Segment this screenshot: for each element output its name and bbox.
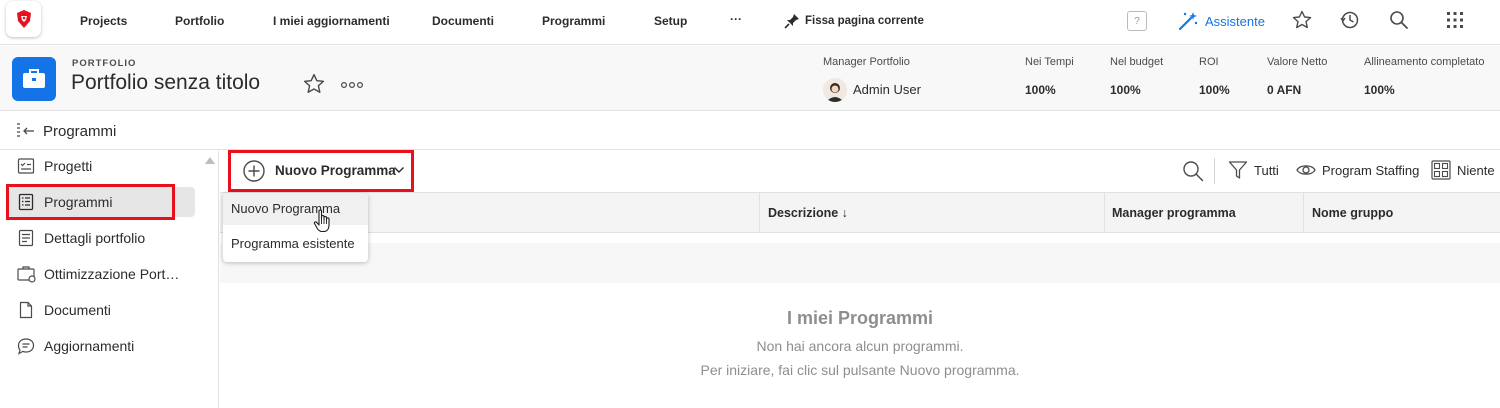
group-label: Niente — [1457, 162, 1495, 178]
updates-icon — [17, 338, 35, 355]
metric-net-value-value: 0 AFN — [1267, 83, 1302, 97]
favorites-star-icon[interactable] — [1292, 10, 1312, 30]
scroll-up-arrow-icon[interactable] — [205, 157, 215, 164]
group-button[interactable]: Niente — [1431, 160, 1495, 180]
lion-logo-icon — [16, 10, 31, 28]
nav-projects[interactable]: Projects — [80, 14, 127, 28]
details-icon — [18, 229, 34, 247]
filter-funnel-icon — [1228, 161, 1248, 179]
filter-label: Tutti — [1254, 162, 1279, 178]
nav-programs[interactable]: Programmi — [542, 14, 605, 28]
empty-state-hint: Per iniziare, fai clic sul pulsante Nuov… — [700, 362, 1020, 378]
new-program-button[interactable]: Nuovo Programma — [233, 155, 409, 187]
manager-name[interactable]: Admin User — [853, 82, 921, 97]
sidebar: Progetti Programmi Dettagli portfolio Ot… — [0, 151, 219, 408]
chevron-down-icon — [394, 167, 404, 173]
programs-icon — [18, 193, 34, 211]
portfolio-header: PORTFOLIO Portfolio senza titolo Manager… — [0, 46, 1500, 111]
metric-budget-value: 100% — [1110, 83, 1141, 97]
metric-budget-label: Nel budget — [1110, 56, 1164, 68]
user-avatar-icon — [823, 78, 847, 102]
projects-icon — [17, 158, 35, 174]
new-program-menu: Nuovo Programma Programma esistente — [223, 193, 368, 262]
sidebar-item-label: Programmi — [44, 194, 113, 210]
nav-portfolio[interactable]: Portfolio — [175, 14, 224, 28]
pin-icon — [784, 14, 799, 29]
magic-wand-icon — [1178, 12, 1198, 31]
table-search-icon[interactable] — [1182, 160, 1204, 182]
avatar[interactable] — [823, 78, 847, 102]
table-empty-row — [220, 243, 1500, 283]
eye-view-icon — [1296, 165, 1316, 175]
empty-state-message: Non hai ancora alcun programmi. — [756, 338, 964, 354]
column-header-group-name[interactable]: Nome gruppo — [1312, 206, 1393, 220]
optimizer-icon — [17, 266, 36, 283]
portfolio-icon — [12, 57, 56, 101]
sidebar-item-programs[interactable]: Programmi — [8, 187, 195, 217]
empty-state-title: I miei Programmi — [786, 308, 934, 328]
metric-alignment-value: 100% — [1364, 83, 1395, 97]
assistant-label: Assistente — [1205, 13, 1265, 29]
sidebar-item-label: Documenti — [44, 302, 111, 318]
metric-alignment-label: Allineamento completato — [1364, 56, 1485, 68]
menu-item-label: Programma esistente — [231, 236, 355, 251]
assistant-button[interactable]: Assistente — [1177, 10, 1265, 32]
app-logo[interactable] — [6, 1, 41, 37]
collapse-panel-icon[interactable] — [15, 122, 35, 140]
page-title[interactable]: Portfolio senza titolo — [71, 71, 260, 95]
nav-setup[interactable]: Setup — [654, 14, 687, 28]
sidebar-item-label: Progetti — [44, 158, 93, 174]
manager-label: Manager Portfolio — [823, 56, 910, 68]
metric-on-time-value: 100% — [1025, 83, 1056, 97]
sidebar-item-updates[interactable]: Aggiornamenti — [8, 331, 195, 361]
sidebar-item-projects[interactable]: Progetti — [8, 151, 195, 181]
more-options-icon[interactable] — [341, 81, 363, 89]
menu-item-existing-program[interactable]: Programma esistente — [223, 228, 368, 260]
metric-on-time-label: Nei Tempi — [1025, 56, 1074, 68]
pin-page-label: Fissa pagina corrente — [805, 15, 924, 27]
add-circle-icon — [243, 160, 265, 182]
table-header: Descrizione ↓ Manager programma Nome gru… — [220, 192, 1500, 233]
new-program-label: Nuovo Programma — [275, 163, 396, 178]
recents-history-icon[interactable] — [1340, 10, 1360, 30]
object-type-label: PORTFOLIO — [72, 58, 137, 69]
help-button[interactable]: ? — [1127, 11, 1147, 31]
document-icon — [19, 301, 33, 319]
sidebar-item-portfolio-details[interactable]: Dettagli portfolio — [8, 223, 195, 253]
metric-roi-label: ROI — [1199, 56, 1219, 68]
search-icon[interactable] — [1389, 10, 1409, 30]
metric-roi-value: 100% — [1199, 83, 1230, 97]
menu-item-new-program[interactable]: Nuovo Programma — [223, 193, 368, 225]
sidebar-item-documents[interactable]: Documenti — [8, 295, 195, 325]
column-divider — [759, 193, 760, 233]
column-header-description[interactable]: Descrizione ↓ — [768, 206, 848, 220]
nav-documents[interactable]: Documenti — [432, 14, 494, 28]
nav-my-updates[interactable]: I miei aggiornamenti — [273, 14, 390, 28]
column-header-program-manager[interactable]: Manager programma — [1112, 206, 1236, 220]
column-divider — [1104, 193, 1105, 233]
metric-net-value-label: Valore Netto — [1267, 56, 1328, 68]
favorite-star-icon[interactable] — [303, 73, 325, 95]
app-grid-icon[interactable] — [1445, 10, 1465, 30]
column-divider — [1303, 193, 1304, 233]
sidebar-item-label: Ottimizzazione Port… — [44, 266, 180, 282]
sidebar-item-label: Aggiornamenti — [44, 338, 135, 354]
sidebar-item-optimizer[interactable]: Ottimizzazione Port… — [8, 259, 195, 289]
hand-pointer-cursor-icon — [313, 209, 330, 233]
view-label: Program Staffing — [1322, 162, 1420, 178]
briefcase-icon — [23, 69, 45, 88]
sidebar-item-label: Dettagli portfolio — [44, 230, 146, 246]
view-button[interactable]: Program Staffing — [1296, 160, 1419, 180]
pin-page-button[interactable]: Fissa pagina corrente — [783, 12, 924, 30]
nav-more-button[interactable]: ··· — [730, 12, 742, 26]
toolbar-divider — [1214, 158, 1215, 184]
section-title: Programmi — [43, 123, 117, 140]
filter-button[interactable]: Tutti — [1228, 160, 1279, 180]
grouping-icon — [1431, 160, 1451, 180]
section-header: Programmi — [0, 112, 1500, 150]
top-navigation: Projects Portfolio I miei aggiornamenti … — [0, 0, 1500, 45]
